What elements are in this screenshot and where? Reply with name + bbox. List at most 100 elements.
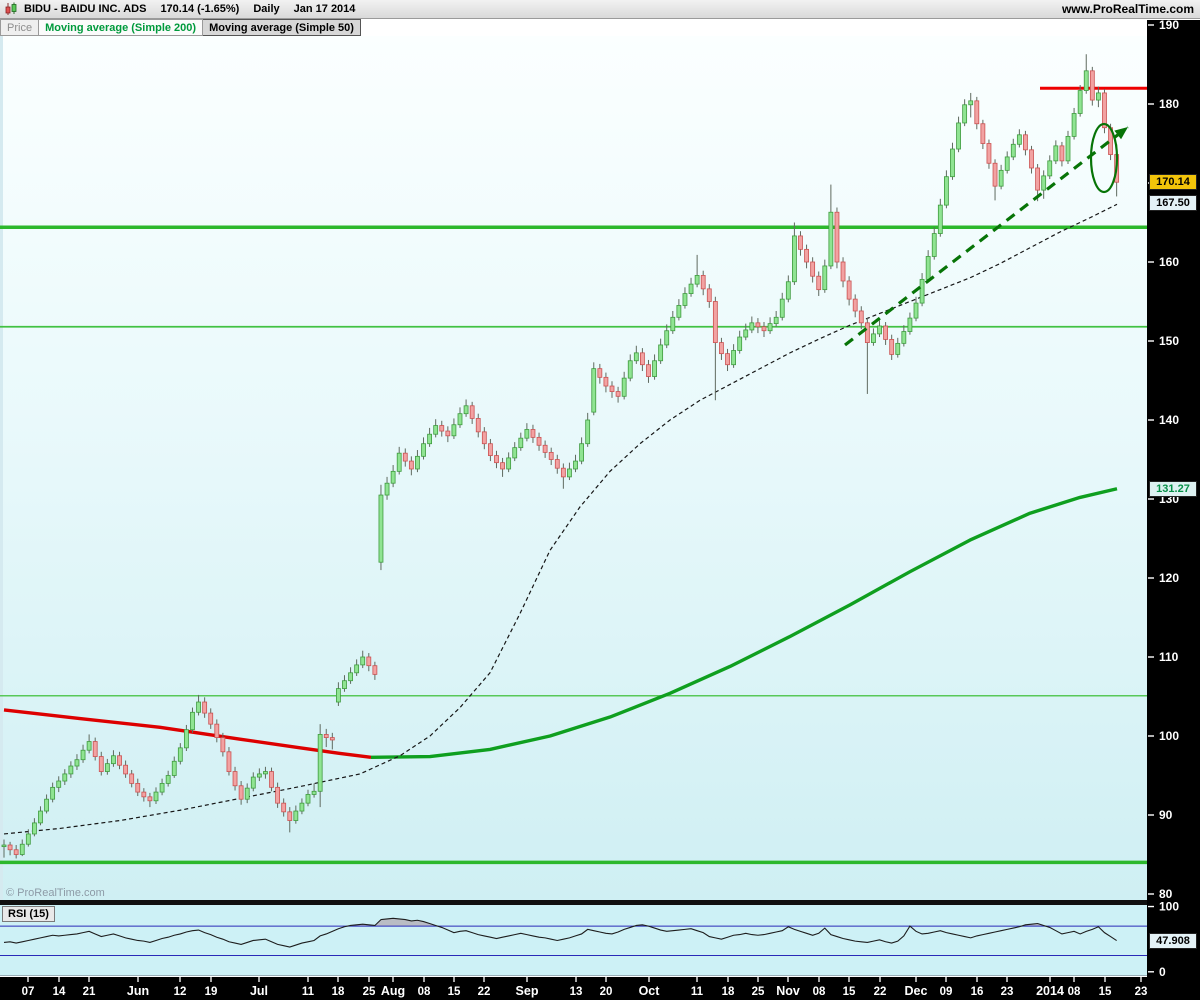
candle-up[interactable] <box>658 344 664 362</box>
candle-up[interactable] <box>871 333 876 343</box>
candle-up[interactable] <box>32 822 37 835</box>
candle-down[interactable] <box>208 712 214 725</box>
candle-down[interactable] <box>202 701 208 714</box>
candle-up[interactable] <box>1053 145 1059 162</box>
candle-up[interactable] <box>86 741 92 751</box>
candle-up[interactable] <box>354 664 360 674</box>
candle-up[interactable] <box>895 342 901 355</box>
candle-down[interactable] <box>560 467 566 478</box>
candle-up[interactable] <box>348 672 353 682</box>
candle-down[interactable] <box>147 796 153 802</box>
candle-up[interactable] <box>342 680 347 690</box>
tab-moving-average-50[interactable]: Moving average (Simple 50) <box>203 19 361 36</box>
candle-up[interactable] <box>919 278 925 304</box>
candle-up[interactable] <box>767 323 773 332</box>
candle-up[interactable] <box>1010 143 1016 158</box>
candle-down[interactable] <box>220 737 226 753</box>
candle-down[interactable] <box>141 791 147 798</box>
candle-down[interactable] <box>1089 70 1095 101</box>
candle-up[interactable] <box>621 377 627 397</box>
candle-down[interactable] <box>615 391 621 397</box>
candle-down[interactable] <box>323 734 329 738</box>
candle-up[interactable] <box>293 810 299 821</box>
candle-up[interactable] <box>1004 156 1010 171</box>
candle-down[interactable] <box>706 288 712 302</box>
candle-down[interactable] <box>402 452 408 462</box>
candle-down[interactable] <box>725 353 730 366</box>
candle-up[interactable] <box>250 776 256 789</box>
candle-down[interactable] <box>366 656 372 667</box>
candle-up[interactable] <box>1047 160 1053 177</box>
candle-down[interactable] <box>609 385 615 392</box>
candle-up[interactable] <box>962 104 968 124</box>
candle-up[interactable] <box>773 316 779 325</box>
candle-up[interactable] <box>263 771 268 775</box>
candle-down[interactable] <box>755 322 761 328</box>
chart-canvas[interactable]: 1901801701601501401301201101009080100007… <box>0 0 1200 1000</box>
candle-up[interactable] <box>792 235 797 283</box>
candle-down[interactable] <box>1035 167 1040 191</box>
candle-down[interactable] <box>238 785 244 800</box>
candle-down[interactable] <box>974 100 980 125</box>
candle-up[interactable] <box>153 791 159 802</box>
candle-up[interactable] <box>390 470 396 484</box>
candle-up[interactable] <box>1016 134 1022 145</box>
candle-up[interactable] <box>165 775 171 784</box>
candle-down[interactable] <box>548 451 554 460</box>
candle-down[interactable] <box>992 162 998 187</box>
candle-up[interactable] <box>1096 92 1101 101</box>
candle-up[interactable] <box>694 275 700 285</box>
candle-down[interactable] <box>500 462 505 470</box>
candle-up[interactable] <box>652 360 657 377</box>
candle-down[interactable] <box>117 755 122 766</box>
candle-down[interactable] <box>889 339 895 355</box>
candle-up[interactable] <box>633 352 639 362</box>
candle-up[interactable] <box>749 322 755 331</box>
candle-up[interactable] <box>183 729 189 749</box>
candle-up[interactable] <box>524 429 530 439</box>
candle-down[interactable] <box>603 376 609 387</box>
candle-down[interactable] <box>275 786 281 804</box>
candle-up[interactable] <box>664 330 670 346</box>
candle-down[interactable] <box>840 261 846 282</box>
candle-down[interactable] <box>226 751 232 772</box>
rsi-indicator-label[interactable]: RSI (15) <box>2 906 55 922</box>
candle-down[interactable] <box>804 248 809 263</box>
candle-down[interactable] <box>846 280 852 300</box>
candle-down[interactable] <box>7 844 13 851</box>
candle-up[interactable] <box>944 176 949 206</box>
candle-down[interactable] <box>372 665 378 675</box>
candle-up[interactable] <box>785 281 791 300</box>
candle-up[interactable] <box>305 794 311 804</box>
candle-down[interactable] <box>98 756 104 772</box>
candle-down[interactable] <box>761 326 767 332</box>
candle-up[interactable] <box>822 265 828 291</box>
candle-down[interactable] <box>864 322 870 343</box>
candle-up[interactable] <box>190 711 195 731</box>
candle-up[interactable] <box>512 447 518 459</box>
candle-down[interactable] <box>439 425 445 432</box>
candle-up[interactable] <box>731 350 736 366</box>
candle-up[interactable] <box>159 783 165 793</box>
candle-down[interactable] <box>536 436 542 446</box>
candle-up[interactable] <box>335 688 341 703</box>
candle-up[interactable] <box>378 494 384 563</box>
candle-up[interactable] <box>433 425 439 435</box>
candle-up[interactable] <box>171 760 177 776</box>
candle-up[interactable] <box>396 452 402 472</box>
candle-up[interactable] <box>573 460 578 470</box>
candle-down[interactable] <box>469 405 475 419</box>
candle-up[interactable] <box>579 443 584 462</box>
candle-down[interactable] <box>530 429 536 438</box>
candle-up[interactable] <box>567 468 572 478</box>
candle-up[interactable] <box>907 317 913 332</box>
candle-up[interactable] <box>828 211 834 267</box>
candle-up[interactable] <box>38 810 43 824</box>
candle-up[interactable] <box>463 405 469 415</box>
candle-up[interactable] <box>415 455 420 470</box>
candle-down[interactable] <box>135 783 141 793</box>
candle-up[interactable] <box>950 148 955 178</box>
candle-down[interactable] <box>986 143 992 164</box>
candle-down[interactable] <box>597 368 603 378</box>
candle-up[interactable] <box>74 759 80 767</box>
